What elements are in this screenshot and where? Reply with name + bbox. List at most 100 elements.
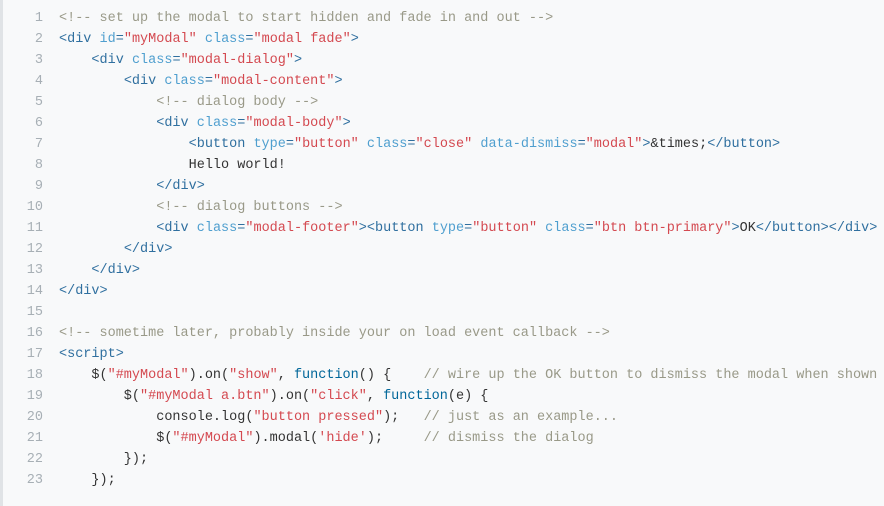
token-p: = [172, 53, 180, 68]
token-a: class [367, 137, 408, 152]
token-x: ); [367, 431, 424, 446]
token-x [59, 200, 156, 215]
code-line[interactable]: <!-- sometime later, probably inside you… [59, 323, 884, 344]
code-line[interactable]: <!-- set up the modal to start hidden an… [59, 8, 884, 29]
token-p: < [124, 74, 132, 89]
code-line[interactable]: <div class="modal-dialog"> [59, 50, 884, 71]
token-v: "button pressed" [253, 410, 383, 425]
token-p: > [197, 179, 205, 194]
code-line[interactable]: <!-- dialog body --> [59, 92, 884, 113]
line-number: 4 [3, 71, 43, 92]
code-line[interactable]: <div class="modal-content"> [59, 71, 884, 92]
token-x [59, 179, 156, 194]
token-p: > [869, 221, 877, 236]
token-t: div [75, 284, 99, 299]
code-editor: 1234567891011121314151617181920212223 <!… [0, 0, 884, 506]
line-number: 13 [3, 260, 43, 281]
token-x [359, 137, 367, 152]
code-line[interactable]: $("#myModal").modal('hide'); // dismiss … [59, 428, 884, 449]
code-line[interactable]: <button type="button" class="close" data… [59, 134, 884, 155]
line-number: 6 [3, 113, 43, 134]
code-line[interactable]: }); [59, 449, 884, 470]
token-t: div [164, 221, 188, 236]
line-number: 17 [3, 344, 43, 365]
token-x: $( [59, 389, 140, 404]
token-x: }); [59, 452, 148, 467]
code-line[interactable]: Hello world! [59, 155, 884, 176]
code-line[interactable]: <div id="myModal" class="modal fade"> [59, 29, 884, 50]
token-x [59, 53, 91, 68]
token-p: > [642, 137, 650, 152]
token-v: "#myModal" [108, 368, 189, 383]
code-line[interactable]: <div class="modal-footer"><button type="… [59, 218, 884, 239]
line-number: 12 [3, 239, 43, 260]
token-x [91, 32, 99, 47]
token-t: button [723, 137, 772, 152]
token-x [59, 137, 189, 152]
token-v: "modal-content" [213, 74, 335, 89]
code-line[interactable]: <div class="modal-body"> [59, 113, 884, 134]
code-line[interactable]: </div> [59, 239, 884, 260]
code-line[interactable]: <script> [59, 344, 884, 365]
code-line[interactable]: </div> [59, 281, 884, 302]
token-x: Hello world! [59, 158, 286, 173]
token-x: }); [59, 473, 116, 488]
token-x [59, 221, 156, 236]
token-x [59, 116, 156, 131]
token-p: </ [124, 242, 140, 257]
code-area[interactable]: <!-- set up the modal to start hidden an… [53, 0, 884, 506]
token-t: div [108, 263, 132, 278]
token-p: = [205, 74, 213, 89]
token-t: button [772, 221, 821, 236]
code-line[interactable] [59, 302, 884, 323]
token-c: // just as an example... [424, 410, 618, 425]
token-x: OK [740, 221, 756, 236]
token-p: < [91, 53, 99, 68]
token-a: type [432, 221, 464, 236]
line-number: 8 [3, 155, 43, 176]
token-v: "click" [310, 389, 367, 404]
token-p: > [335, 74, 343, 89]
token-p: = [407, 137, 415, 152]
code-line[interactable]: </div> [59, 176, 884, 197]
token-x: (e) { [448, 389, 489, 404]
line-number: 23 [3, 470, 43, 491]
token-p: > [772, 137, 780, 152]
token-v: "show" [229, 368, 278, 383]
line-number: 2 [3, 29, 43, 50]
token-x: ).on( [270, 389, 311, 404]
line-number: 15 [3, 302, 43, 323]
token-p: = [116, 32, 124, 47]
code-line[interactable]: }); [59, 470, 884, 491]
line-number: 20 [3, 407, 43, 428]
token-x: &times; [651, 137, 708, 152]
token-v: "modal-footer" [245, 221, 358, 236]
code-line[interactable]: </div> [59, 260, 884, 281]
token-a: id [100, 32, 116, 47]
token-v: "modal" [586, 137, 643, 152]
token-t: div [845, 221, 869, 236]
token-p: = [286, 137, 294, 152]
token-x [189, 221, 197, 236]
token-x: console.log( [59, 410, 253, 425]
token-t: button [197, 137, 246, 152]
token-a: class [197, 116, 238, 131]
code-line[interactable]: <!-- dialog buttons --> [59, 197, 884, 218]
token-p: </ [756, 221, 772, 236]
token-p: </ [59, 284, 75, 299]
token-v: 'hide' [318, 431, 367, 446]
token-v: "modal-dialog" [181, 53, 294, 68]
token-p: = [245, 32, 253, 47]
token-k: function [294, 368, 359, 383]
token-c: <!-- dialog body --> [156, 95, 318, 110]
token-p: </ [91, 263, 107, 278]
token-p: </ [156, 179, 172, 194]
code-line[interactable]: $("#myModal").on("show", function() { //… [59, 365, 884, 386]
token-x: , [278, 368, 294, 383]
token-v: "#myModal" [172, 431, 253, 446]
code-line[interactable]: console.log("button pressed"); // just a… [59, 407, 884, 428]
code-line[interactable]: $("#myModal a.btn").on("click", function… [59, 386, 884, 407]
token-t: div [172, 179, 196, 194]
token-p: </ [707, 137, 723, 152]
token-x: ); [383, 410, 424, 425]
